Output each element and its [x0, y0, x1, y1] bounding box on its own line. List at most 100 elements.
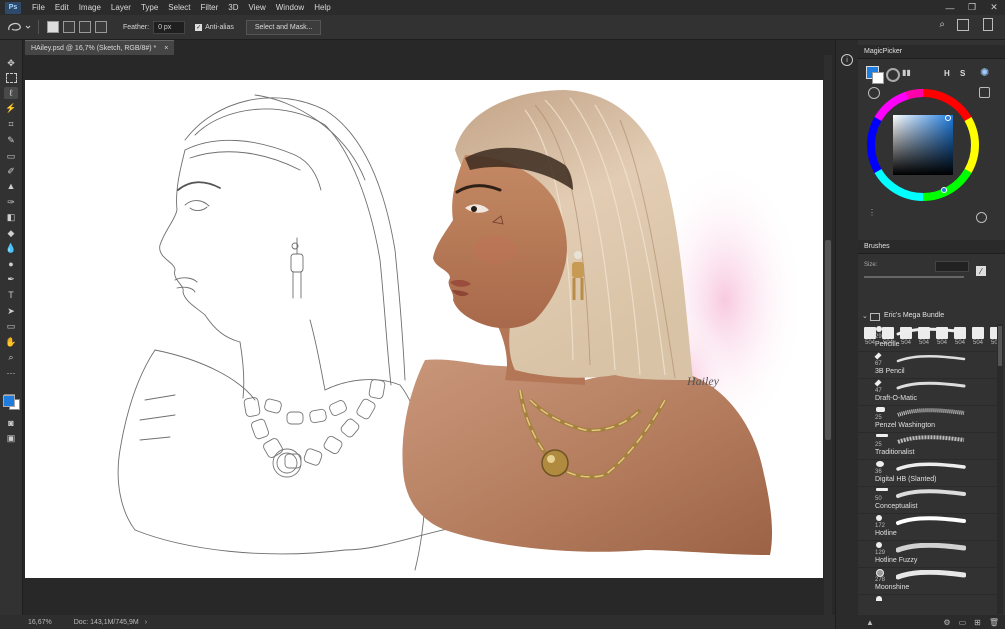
artist-signature: Hailey: [686, 374, 720, 388]
new-brush-icon[interactable]: ⊞: [974, 618, 981, 627]
zoom-level[interactable]: 16,67%: [28, 619, 52, 626]
menu-type[interactable]: Type: [136, 3, 163, 12]
quick-mask-icon[interactable]: ◙: [4, 417, 18, 429]
brush-item[interactable]: 67 3B Pencil: [858, 351, 998, 379]
brush-item[interactable]: 172 Hotline: [858, 513, 998, 541]
more-tools-icon[interactable]: ⋯: [4, 367, 18, 379]
restore-icon[interactable]: ❐: [961, 0, 983, 15]
zoom-tool-icon[interactable]: ⌕: [4, 351, 18, 363]
options-bar: Feather: 0 px ✓ Anti-alias Select and Ma…: [0, 15, 1005, 40]
chevron-down-icon[interactable]: ⌄: [862, 312, 868, 320]
size-slider[interactable]: [864, 276, 964, 278]
document-tab[interactable]: HAiley.psd @ 16,7% (Sketch, RGB/8#) * ×: [25, 40, 175, 55]
vertical-scrollbar-thumb[interactable]: [825, 240, 831, 440]
size-input[interactable]: [935, 261, 969, 272]
lasso-tool-icon[interactable]: [6, 20, 32, 34]
foreground-color-fill[interactable]: [3, 395, 15, 407]
share-icon[interactable]: [983, 18, 993, 31]
menu-3d[interactable]: 3D: [223, 3, 243, 12]
brush-list-scroll-thumb[interactable]: [998, 326, 1002, 366]
brush-item[interactable]: 278 Moonshine: [858, 567, 998, 595]
brush-item[interactable]: 50 Conceptualist: [858, 486, 998, 514]
brush-name: Penzel Washington: [875, 422, 936, 429]
info-icon[interactable]: i: [841, 54, 853, 66]
new-selection-button[interactable]: [47, 21, 59, 33]
minimize-icon[interactable]: —: [939, 0, 961, 15]
add-selection-button[interactable]: [63, 21, 75, 33]
menu-filter[interactable]: Filter: [196, 3, 224, 12]
menu-window[interactable]: Window: [271, 3, 309, 12]
brush-item[interactable]: 129 Hotline Fuzzy: [858, 540, 998, 568]
size-label: Size:: [864, 262, 878, 268]
saturation-mode-button[interactable]: S: [960, 69, 965, 78]
screen-mode-icon[interactable]: ▣: [4, 432, 18, 444]
background-swatch[interactable]: [872, 72, 884, 84]
eyedropper-tool-icon[interactable]: ✎: [4, 134, 18, 146]
paint-bucket-tool-icon[interactable]: ◆: [4, 227, 18, 239]
feather-input[interactable]: 0 px: [153, 20, 186, 34]
menu-file[interactable]: File: [27, 3, 50, 12]
healing-tool-icon[interactable]: ▭: [4, 150, 18, 162]
hue-mode-button[interactable]: H: [944, 69, 950, 78]
marquee-tool-icon[interactable]: [4, 72, 18, 84]
antialias-checkbox[interactable]: ✓: [195, 23, 203, 31]
menu-help[interactable]: Help: [309, 3, 335, 12]
sun-icon[interactable]: ✺: [980, 66, 989, 79]
brush-folder-name[interactable]: Eric's Mega Bundle: [884, 312, 944, 319]
brush-list-scrollbar[interactable]: [997, 324, 1003, 614]
doc-size[interactable]: Doc: 143,1M/745,9M: [74, 619, 139, 626]
dodge-tool-icon[interactable]: ●: [4, 258, 18, 270]
workspace-icon[interactable]: [957, 19, 969, 31]
history-brush-tool-icon[interactable]: ✑: [4, 196, 18, 208]
color-wheel[interactable]: [864, 86, 982, 204]
brush-item[interactable]: 29 Pencille: [858, 324, 998, 352]
lasso-tool-icon[interactable]: ℓ: [4, 87, 18, 99]
path-selection-tool-icon[interactable]: ➤: [4, 305, 18, 317]
menu-view[interactable]: View: [244, 3, 271, 12]
crop-tool-icon[interactable]: ⌗: [4, 118, 18, 130]
intersect-selection-button[interactable]: [95, 21, 107, 33]
delete-brush-icon[interactable]: 🗑: [989, 618, 999, 627]
picker-bars-icon[interactable]: ▮▮: [902, 68, 911, 77]
blur-tool-icon[interactable]: 💧: [4, 242, 18, 254]
brush-settings-icon[interactable]: ⚙: [943, 618, 950, 627]
brush-item[interactable]: 25 Traditionalist: [858, 432, 998, 460]
move-tool-icon[interactable]: ✥: [4, 57, 18, 69]
pen-tool-icon[interactable]: ✒: [4, 273, 18, 285]
panel-grip-icon[interactable]: ⋮: [868, 208, 876, 217]
brush-tip-icon: [876, 569, 884, 577]
magic-wand-tool-icon[interactable]: ⚡: [4, 102, 18, 114]
stamp-tool-icon[interactable]: ▲: [4, 180, 18, 192]
type-tool-icon[interactable]: T: [4, 289, 18, 301]
status-arrow-icon[interactable]: ›: [145, 619, 147, 626]
photoshop-logo: Ps: [5, 1, 21, 14]
hue-picker-handle: [941, 187, 947, 193]
picker-mode-icon[interactable]: [886, 68, 900, 82]
eraser-tool-icon[interactable]: ◧: [4, 211, 18, 223]
brush-item[interactable]: [858, 594, 998, 614]
close-window-icon[interactable]: ✕: [983, 0, 1005, 15]
brush-item[interactable]: 25 Penzel Washington: [858, 405, 998, 433]
subtract-selection-button[interactable]: [79, 21, 91, 33]
menu-select[interactable]: Select: [163, 3, 195, 12]
settings-icon[interactable]: [976, 212, 987, 223]
tools-panel: ✥ ℓ ⚡ ⌗ ✎ ▭ ✐ ▲ ✑ ◧ ◆ 💧 ● ✒ T ➤ ▭ ✋ ⌕ ⋯ …: [0, 40, 23, 615]
brushes-footer: ▲ ⚙ ▭ ⊞ 🗑: [858, 615, 1005, 629]
new-folder-icon[interactable]: ▭: [959, 618, 967, 627]
window-controls: — ❐ ✕: [939, 0, 1005, 15]
close-tab-icon[interactable]: ×: [164, 45, 168, 52]
brush-item[interactable]: 36 Digital HB (Slanted): [858, 459, 998, 487]
menu-edit[interactable]: Edit: [50, 3, 74, 12]
brush-size-triangle-icon[interactable]: ▲: [866, 618, 874, 627]
brush-item[interactable]: 47 Draft-O-Matic: [858, 378, 998, 406]
brush-tool-icon[interactable]: ✐: [4, 165, 18, 177]
hand-tool-icon[interactable]: ✋: [4, 336, 18, 348]
rectangle-tool-icon[interactable]: ▭: [4, 320, 18, 332]
menu-image[interactable]: Image: [74, 3, 106, 12]
document-canvas[interactable]: Hailey: [25, 80, 823, 578]
brush-size: 29: [875, 334, 882, 340]
menu-layer[interactable]: Layer: [106, 3, 136, 12]
select-and-mask-button[interactable]: Select and Mask...: [245, 19, 322, 35]
search-icon[interactable]: ⌕: [939, 19, 945, 30]
brush-edit-icon[interactable]: ⁄: [976, 266, 986, 276]
